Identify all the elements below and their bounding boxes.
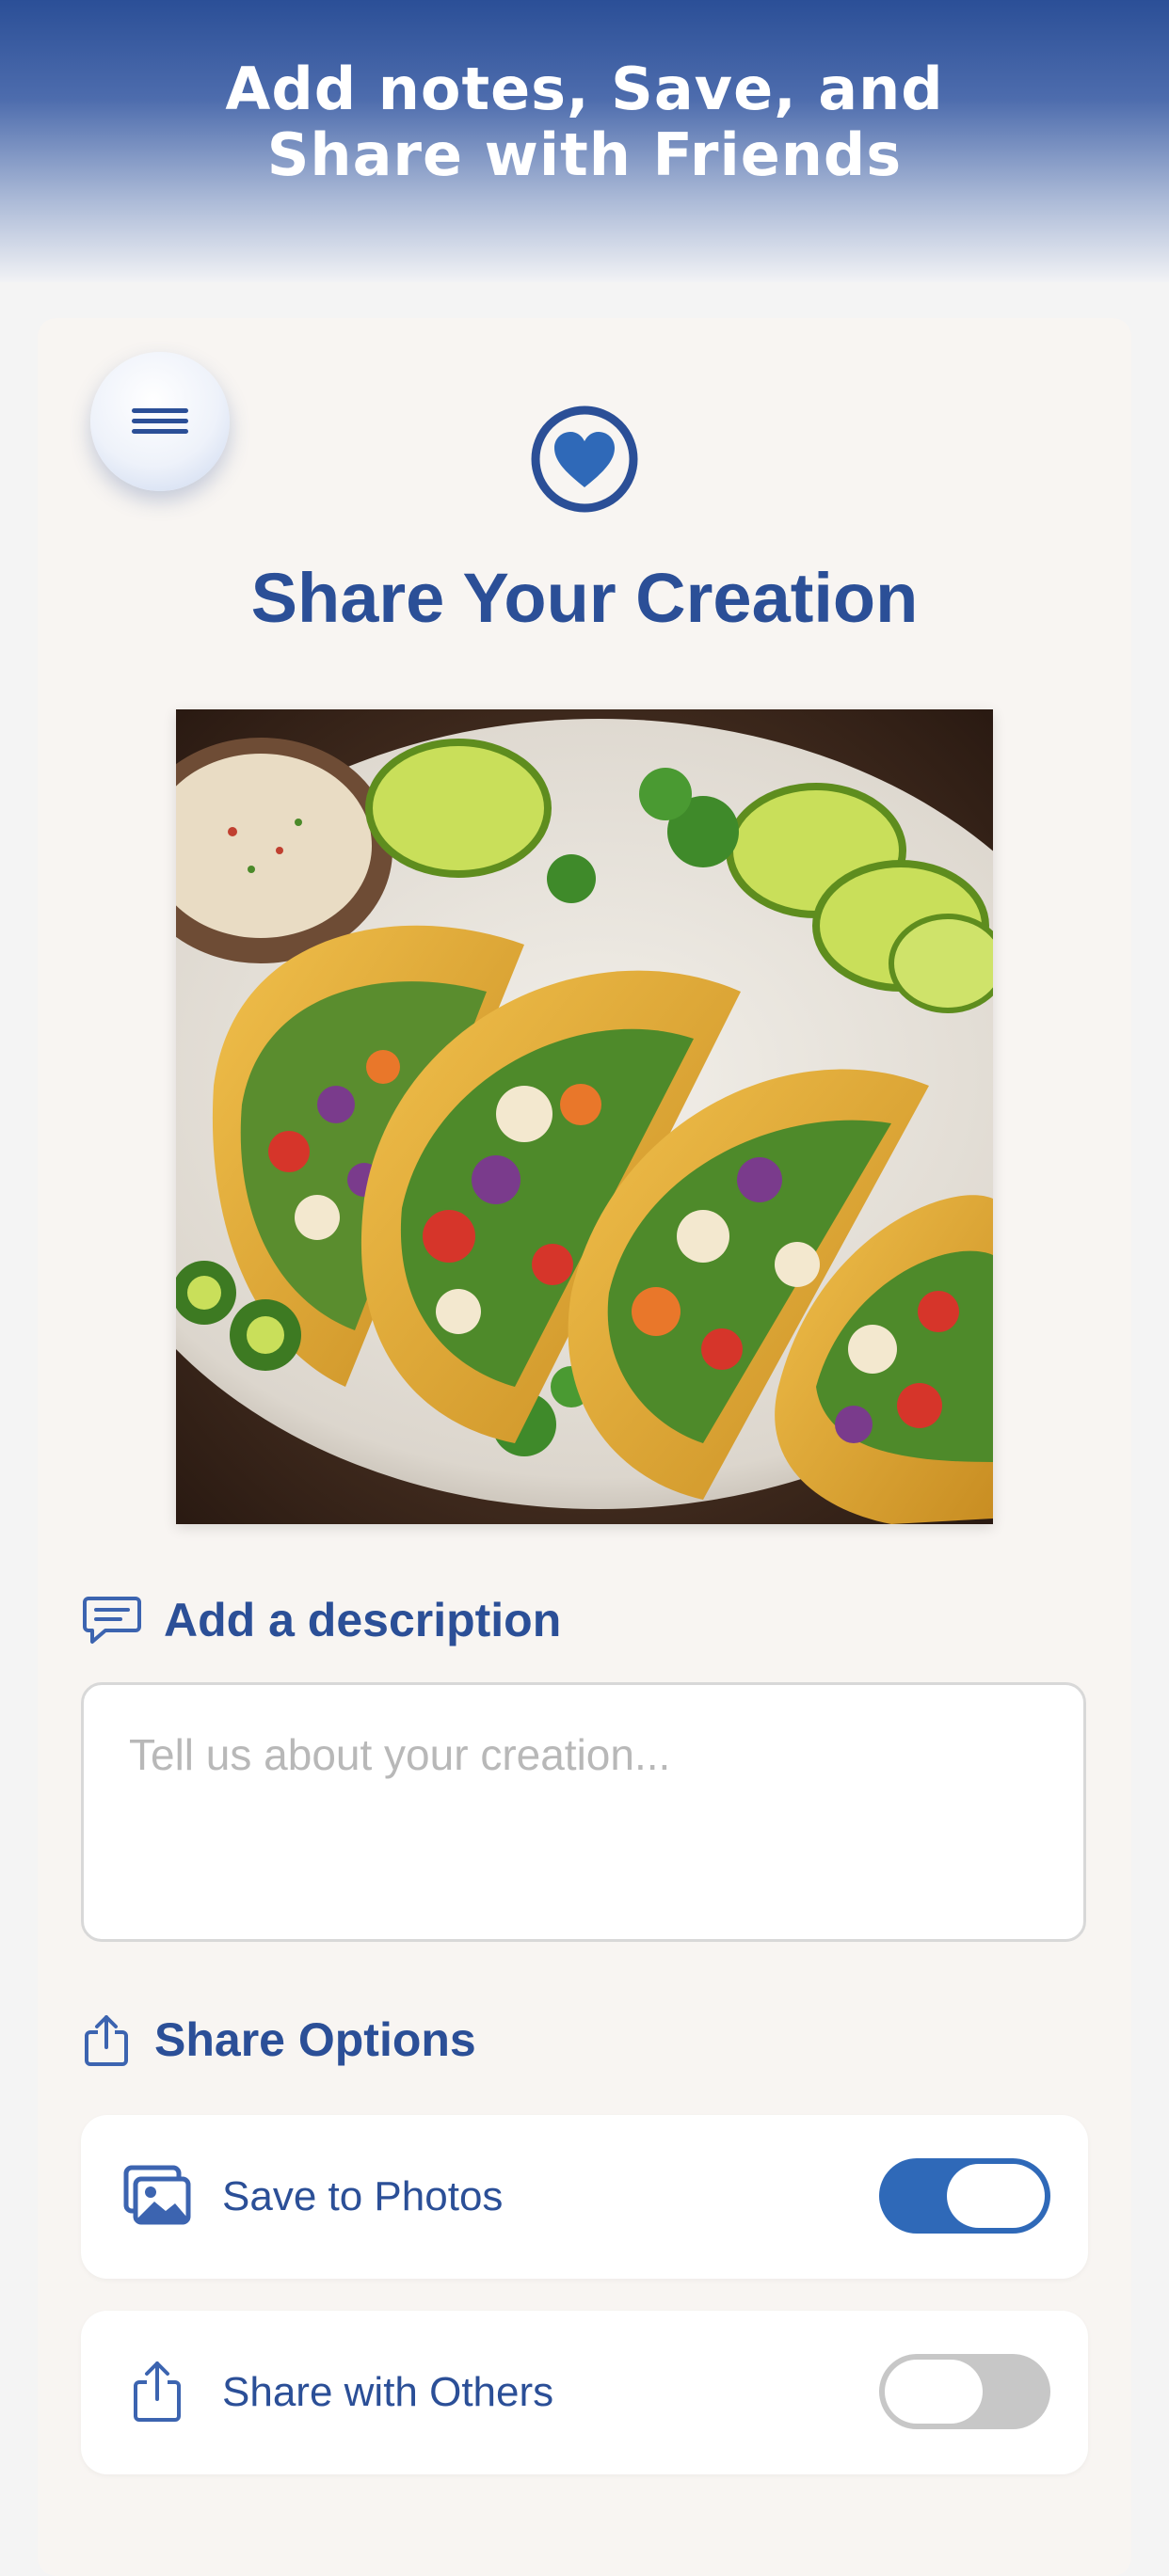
toggle-knob	[885, 2360, 983, 2424]
description-input[interactable]: Tell us about your creation...	[81, 1682, 1086, 1942]
option-label: Save to Photos	[222, 2173, 504, 2219]
toggle-knob	[947, 2164, 1045, 2228]
option-share-with-others[interactable]: Share with Others	[81, 2311, 1088, 2474]
option-save-to-photos[interactable]: Save to Photos	[81, 2115, 1088, 2279]
comment-icon	[83, 1597, 141, 1644]
menu-button[interactable]	[90, 352, 230, 491]
share-with-others-toggle[interactable]	[879, 2354, 1050, 2429]
option-label: Share with Others	[222, 2369, 554, 2415]
share-options-heading: Share Options	[154, 2013, 476, 2066]
header-title: Add notes, Save, and Share with Friends	[225, 55, 944, 189]
share-icon	[85, 2015, 128, 2066]
heart-icon[interactable]	[530, 405, 639, 514]
food-photo	[176, 709, 993, 1524]
description-placeholder: Tell us about your creation...	[129, 1730, 671, 1779]
description-heading: Add a description	[164, 1594, 562, 1646]
save-to-photos-toggle[interactable]	[879, 2158, 1050, 2234]
header-banner: Add notes, Save, and Share with Friends	[0, 0, 1169, 282]
share-icon	[134, 2361, 181, 2422]
photos-icon	[123, 2165, 191, 2225]
page-title: Share Your Creation	[250, 559, 919, 637]
